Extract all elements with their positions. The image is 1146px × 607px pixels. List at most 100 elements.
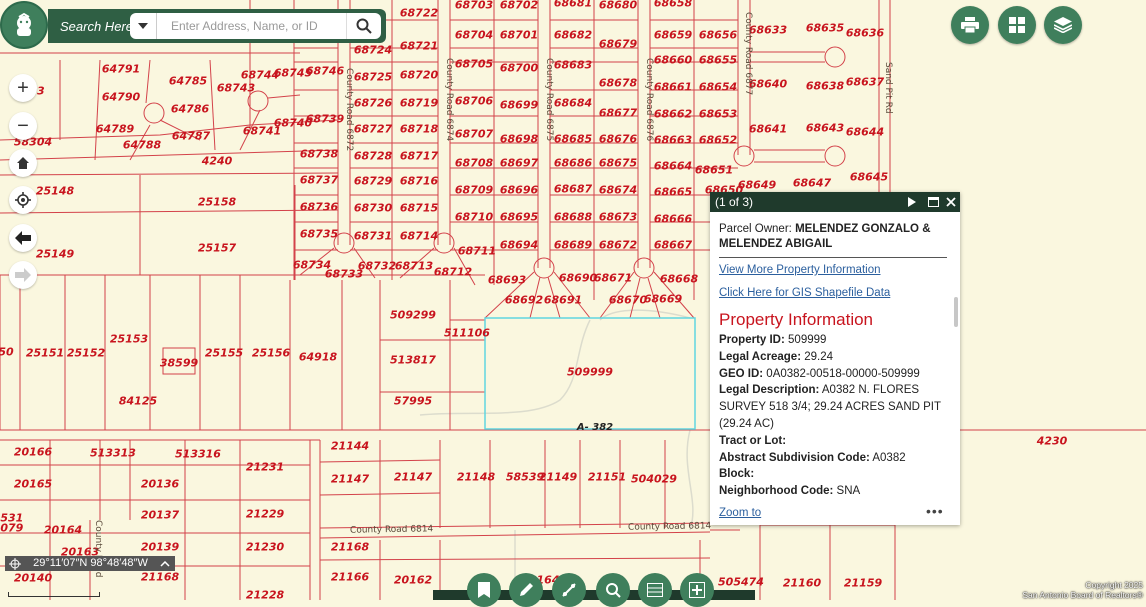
parcel-label[interactable]: 64791	[102, 64, 140, 75]
parcel-label[interactable]: 68661	[654, 82, 692, 93]
parcel-label[interactable]: 20139	[141, 542, 179, 553]
parcel-label[interactable]: 25158	[198, 197, 236, 208]
parcel-label[interactable]: 38599	[160, 358, 198, 369]
parcel-label[interactable]: 21147	[394, 472, 432, 483]
parcel-label[interactable]: 68703	[455, 0, 493, 11]
parcel-label[interactable]: 68732	[358, 261, 396, 272]
parcel-label[interactable]: 68710	[455, 212, 493, 223]
parcel-label[interactable]: 68730	[354, 203, 392, 214]
parcel-label[interactable]: 68731	[354, 231, 392, 242]
parcel-label[interactable]: 68668	[660, 274, 698, 285]
parcel-label[interactable]: 68685	[554, 134, 592, 145]
parcel-label[interactable]: 68692	[505, 295, 543, 306]
parcel-label[interactable]: 68641	[749, 124, 787, 135]
parcel-label[interactable]: 64790	[102, 92, 140, 103]
parcel-label[interactable]: 21144	[331, 441, 369, 452]
parcel-label[interactable]: 68735	[300, 229, 338, 240]
parcel-label[interactable]: 21231	[246, 462, 284, 473]
parcel-label[interactable]: 68686	[554, 158, 592, 169]
parcel-label[interactable]: 21168	[141, 572, 179, 583]
parcel-label[interactable]: 68658	[654, 0, 692, 9]
parcel-label[interactable]: 25151	[26, 348, 64, 359]
parcel-label[interactable]: 68722	[400, 8, 438, 19]
parcel-label[interactable]: 68682	[554, 30, 592, 41]
parcel-label[interactable]: 20136	[141, 479, 179, 490]
parcel-label[interactable]: 68669	[644, 294, 682, 305]
parcel-label[interactable]: 68653	[699, 109, 737, 120]
parcel-label[interactable]: 68721	[400, 41, 438, 52]
parcel-label[interactable]: 68720	[400, 70, 438, 81]
parcel-label[interactable]: 68667	[654, 240, 692, 251]
parcel-label[interactable]: 68727	[354, 124, 392, 135]
zoom-out-button[interactable]: −	[9, 112, 37, 140]
parcel-label[interactable]: 513313	[90, 448, 136, 459]
parcel-label[interactable]: 68640	[749, 79, 787, 90]
parcel-label[interactable]: 21149	[539, 472, 577, 483]
parcel-label[interactable]: 68696	[500, 185, 538, 196]
app-logo[interactable]	[0, 1, 48, 49]
parcel-label[interactable]: 513316	[175, 449, 221, 460]
parcel-label[interactable]: 68729	[354, 176, 392, 187]
parcel-label[interactable]: 68681	[554, 0, 592, 9]
parcel-label[interactable]: 25156	[252, 348, 290, 359]
parcel-label[interactable]: 68636	[846, 28, 884, 39]
parcel-label[interactable]: 50	[0, 347, 14, 358]
parcel-label[interactable]: 20166	[14, 447, 52, 458]
parcel-label[interactable]: 68702	[500, 0, 538, 11]
parcel-label[interactable]: 20140	[14, 573, 52, 584]
parcel-label[interactable]: 505474	[718, 577, 764, 588]
parcel-label[interactable]: 68736	[300, 202, 338, 213]
parcel-label[interactable]: 68690	[559, 273, 597, 284]
parcel-label[interactable]: 68677	[599, 108, 637, 119]
parcel-label[interactable]: 68680	[599, 0, 637, 11]
parcel-label[interactable]: 68698	[500, 134, 538, 145]
parcel-label[interactable]: 509999	[567, 367, 613, 378]
parcel-label[interactable]: 68684	[554, 98, 592, 109]
parcel-label[interactable]: 68707	[455, 129, 493, 140]
parcel-label[interactable]: 21228	[246, 590, 284, 601]
parcel-label[interactable]: 68654	[699, 82, 737, 93]
parcel-label[interactable]: 68716	[400, 176, 438, 187]
view-more-link[interactable]: View More Property Information	[719, 264, 947, 276]
parcel-label[interactable]: 68663	[654, 135, 692, 146]
parcel-label[interactable]: 25149	[36, 249, 74, 260]
parcel-label[interactable]: 68712	[434, 267, 472, 278]
parcel-label[interactable]: 20165	[14, 479, 52, 490]
parcel-label[interactable]: 68705	[455, 59, 493, 70]
parcel-label[interactable]: 84125	[119, 396, 157, 407]
parcel-label[interactable]: 4230	[1037, 436, 1068, 447]
parcel-label[interactable]: 68675	[599, 158, 637, 169]
popup-scrollbar[interactable]	[954, 297, 958, 327]
parcel-label[interactable]: 68699	[500, 100, 538, 111]
bookmark-button[interactable]	[467, 573, 501, 607]
parcel-label[interactable]: 68645	[850, 172, 888, 183]
parcel-label[interactable]: 68695	[500, 212, 538, 223]
parcel-label[interactable]: 68664	[654, 161, 692, 172]
parcel-label[interactable]: 68713	[395, 261, 433, 272]
parcel-label[interactable]: 68635	[806, 23, 844, 34]
parcel-label[interactable]: 64788	[123, 140, 161, 151]
parcel-label[interactable]: 25153	[110, 334, 148, 345]
parcel-label[interactable]: 68666	[654, 214, 692, 225]
parcel-label[interactable]: 4240	[202, 156, 233, 167]
parcel-label[interactable]: 68719	[400, 98, 438, 109]
search-input[interactable]	[156, 13, 346, 39]
parcel-label[interactable]: 25148	[36, 186, 74, 197]
parcel-label[interactable]: 68706	[455, 96, 493, 107]
parcel-label[interactable]: 68670	[609, 295, 647, 306]
parcel-label[interactable]: 21147	[331, 474, 369, 485]
parcel-label[interactable]: 68659	[654, 30, 692, 41]
parcel-label[interactable]: 68704	[455, 30, 493, 41]
parcel-label[interactable]: 68662	[654, 109, 692, 120]
parcel-label[interactable]: 20164	[44, 525, 82, 536]
parcel-label[interactable]: 25152	[67, 348, 105, 359]
parcel-label[interactable]: 68728	[354, 151, 392, 162]
layers-button[interactable]	[1044, 6, 1082, 44]
identify-button[interactable]	[596, 573, 630, 607]
parcel-label[interactable]: 68726	[354, 98, 392, 109]
parcel-label[interactable]: 21168	[331, 542, 369, 553]
zoom-to-link[interactable]: Zoom to	[719, 507, 761, 519]
parcel-label[interactable]: 64787	[172, 131, 210, 142]
parcel-label[interactable]: 68678	[599, 78, 637, 89]
parcel-label[interactable]: 21166	[331, 572, 369, 583]
